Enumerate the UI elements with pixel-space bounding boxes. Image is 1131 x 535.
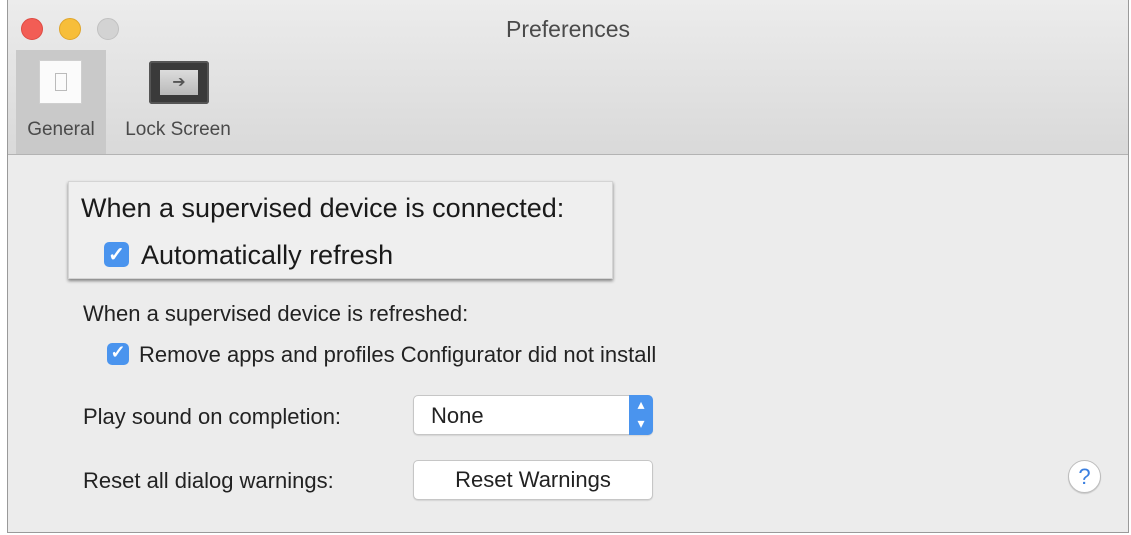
general-icon: [39, 60, 82, 104]
checkmark-icon: ✓: [108, 244, 125, 266]
titlebar-toolbar: Preferences General ➔ Lock Screen: [8, 0, 1128, 155]
sound-label: Play sound on completion:: [83, 404, 342, 429]
remove-apps-checkbox[interactable]: ✓: [107, 342, 129, 365]
reset-label: Reset all dialog warnings:: [83, 468, 334, 493]
preferences-window: Preferences General ➔ Lock Screen When a…: [7, 0, 1129, 533]
lock-screen-icon: ➔: [149, 61, 209, 104]
tab-general[interactable]: General: [16, 50, 106, 154]
auto-refresh-label: Automatically refresh: [141, 240, 394, 270]
tab-lock-screen-label: Lock Screen: [125, 119, 231, 140]
reset-warnings-button[interactable]: Reset Warnings: [413, 460, 653, 500]
sound-select-value: None: [431, 403, 484, 428]
tab-general-label: General: [27, 119, 95, 140]
chevron-up-down-icon: ▴ ▾: [629, 395, 653, 435]
checkmark-icon: ✓: [110, 342, 126, 362]
refreshed-heading: When a supervised device is refreshed:: [83, 301, 469, 326]
connected-heading: When a supervised device is connected:: [81, 193, 565, 223]
window-title: Preferences: [505, 16, 630, 42]
help-button[interactable]: ?: [1068, 460, 1101, 493]
auto-refresh-checkbox[interactable]: ✓: [104, 242, 129, 267]
general-pane: When a supervised device is connected: ✓…: [8, 155, 1128, 532]
sound-select[interactable]: None ▴ ▾: [413, 395, 653, 435]
tab-lock-screen[interactable]: ➔ Lock Screen: [113, 50, 243, 154]
remove-apps-label: Remove apps and profiles Configurator di…: [139, 342, 657, 367]
